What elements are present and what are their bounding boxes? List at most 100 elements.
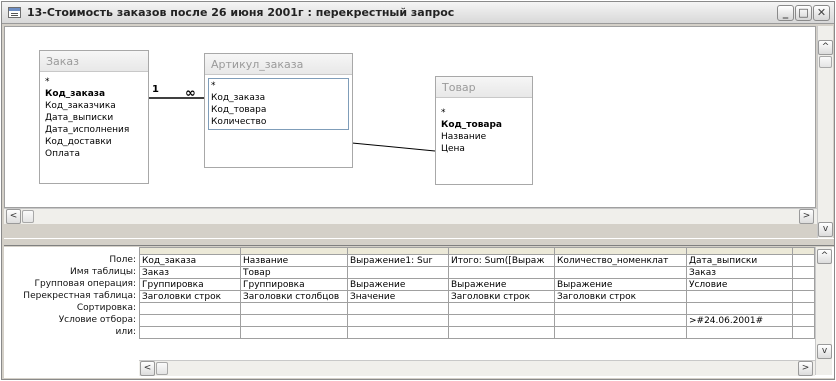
grid-cell-field[interactable] [792, 254, 815, 267]
maximize-button[interactable]: □ [795, 5, 812, 21]
grid-cell-table[interactable]: Товар [240, 266, 348, 279]
grid-cell-sort[interactable] [554, 302, 687, 315]
grid-cell-criteria[interactable] [240, 314, 348, 327]
grid-cell-table[interactable] [792, 266, 815, 279]
scroll-down-button[interactable]: v [818, 222, 833, 237]
grid-cell-or[interactable] [139, 326, 241, 339]
field-item[interactable]: Дата_выписки [45, 112, 143, 124]
grid-cell-field[interactable]: Количество_номенклат [554, 254, 687, 267]
scroll-left-button[interactable]: < [6, 209, 21, 224]
column-selector[interactable] [347, 247, 449, 255]
grid-cell-sort[interactable] [139, 302, 241, 315]
field-item[interactable]: * [211, 80, 346, 92]
field-item[interactable]: Количество [211, 116, 346, 128]
table-diagram-pane[interactable]: 1 ∞ Заказ * Код_заказа Код_заказчика Дат… [4, 26, 816, 208]
grid-cell-table[interactable]: Заказ [139, 266, 241, 279]
column-selector[interactable] [686, 247, 793, 255]
grid-cell-table[interactable] [448, 266, 555, 279]
field-item[interactable]: Дата_исполнения [45, 124, 143, 136]
grid-cell-crosstab[interactable]: Заголовки строк [139, 290, 241, 303]
grid-cell-crosstab[interactable] [792, 290, 815, 303]
grid-cell-sort[interactable] [240, 302, 348, 315]
grid-cell-or[interactable] [240, 326, 348, 339]
grid-cell-sort[interactable] [792, 302, 815, 315]
field-item[interactable]: Код_заказа [45, 88, 143, 100]
grid-cell-sort[interactable] [347, 302, 449, 315]
grid-cell-group[interactable]: Группировка [139, 278, 241, 291]
grid-cell-crosstab[interactable]: Значение [347, 290, 449, 303]
table-tovar[interactable]: Товар * Код_товара Название Цена [435, 76, 533, 185]
grid-cell-criteria[interactable] [448, 314, 555, 327]
grid-cell-group[interactable] [792, 278, 815, 291]
table-zakaz-title[interactable]: Заказ [40, 51, 148, 72]
query-window: 13-Стоимость заказов после 26 июня 2001г… [1, 1, 835, 380]
grid-cell-group[interactable]: Выражение [347, 278, 449, 291]
grid-cell-crosstab[interactable]: Заголовки столбцов [240, 290, 348, 303]
grid-cell-table[interactable] [347, 266, 449, 279]
grid-cell-crosstab[interactable] [686, 290, 793, 303]
grid-cell-group[interactable]: Группировка [240, 278, 348, 291]
grid-cell-sort[interactable] [448, 302, 555, 315]
grid-cell-criteria[interactable] [792, 314, 815, 327]
grid-cell-sort[interactable] [686, 302, 793, 315]
grid-cell-or[interactable] [792, 326, 815, 339]
grid-scroll-left-button[interactable]: < [140, 361, 155, 376]
grid-cell-crosstab[interactable]: Заголовки строк [448, 290, 555, 303]
grid-cell-crosstab[interactable]: Заголовки строк [554, 290, 687, 303]
grid-scroll-thumb[interactable] [156, 362, 168, 375]
grid-cell-table[interactable] [554, 266, 687, 279]
column-selector[interactable] [448, 247, 555, 255]
grid-cell-group[interactable]: Условие [686, 278, 793, 291]
scroll-right-button[interactable]: > [799, 209, 814, 224]
minimize-button[interactable]: _ [777, 5, 794, 21]
diagram-vertical-scrollbar[interactable]: ^ v [817, 26, 833, 238]
column-selector[interactable] [554, 247, 687, 255]
close-button[interactable]: ✕ [813, 5, 830, 21]
field-item[interactable]: Цена [441, 143, 527, 155]
table-artikul-zakaza[interactable]: Артикул_заказа * Код_заказа Код_товара К… [204, 53, 353, 168]
grid-scroll-down-button[interactable]: v [817, 344, 832, 359]
field-item[interactable]: * [441, 107, 527, 119]
field-item[interactable]: Код_заказа [211, 92, 346, 104]
pane-splitter[interactable] [4, 238, 834, 246]
diagram-horizontal-scrollbar[interactable]: < > [4, 208, 817, 224]
grid-cell-field[interactable]: Дата_выписки [686, 254, 793, 267]
grid-cell-criteria[interactable] [347, 314, 449, 327]
grid-row-criteria: >#24.06.2001# [139, 314, 815, 327]
grid-cell-field[interactable]: Выражение1: Sur [347, 254, 449, 267]
field-item[interactable]: Код_товара [441, 119, 527, 131]
grid-cell-field[interactable]: Код_заказа [139, 254, 241, 267]
grid-cell-or[interactable] [448, 326, 555, 339]
column-selector[interactable] [240, 247, 348, 255]
grid-cell-criteria[interactable] [554, 314, 687, 327]
column-selector[interactable] [139, 247, 241, 255]
grid-cell-group[interactable]: Выражение [554, 278, 687, 291]
table-zakaz[interactable]: Заказ * Код_заказа Код_заказчика Дата_вы… [39, 50, 149, 184]
field-item[interactable]: Код_товара [211, 104, 346, 116]
scroll-thumb[interactable] [819, 56, 832, 68]
field-item[interactable]: Код_доставки [45, 136, 143, 148]
scroll-thumb[interactable] [22, 210, 34, 223]
grid-cell-or[interactable] [554, 326, 687, 339]
grid-cell-criteria[interactable]: >#24.06.2001# [686, 314, 793, 327]
grid-cell-criteria[interactable] [139, 314, 241, 327]
grid-scroll-right-button[interactable]: > [798, 361, 813, 376]
table-artikul-title[interactable]: Артикул_заказа [205, 54, 352, 75]
column-selector[interactable] [792, 247, 815, 255]
grid-vertical-scrollbar[interactable]: ^ v [815, 247, 832, 375]
grid-cell-group[interactable]: Выражение [448, 278, 555, 291]
grid-scroll-up-button[interactable]: ^ [817, 249, 832, 264]
grid-cell-or[interactable] [686, 326, 793, 339]
title-bar[interactable]: 13-Стоимость заказов после 26 июня 2001г… [2, 2, 834, 24]
grid-cell-table[interactable]: Заказ [686, 266, 793, 279]
field-item[interactable]: Оплата [45, 148, 143, 160]
scroll-up-button[interactable]: ^ [818, 40, 833, 55]
field-item[interactable]: Код_заказчика [45, 100, 143, 112]
grid-cell-field[interactable]: Итого: Sum([Выраж [448, 254, 555, 267]
grid-horizontal-scrollbar[interactable]: < > [139, 360, 815, 376]
field-item[interactable]: Название [441, 131, 527, 143]
grid-cell-or[interactable] [347, 326, 449, 339]
field-item[interactable]: * [45, 76, 143, 88]
grid-cell-field[interactable]: Название [240, 254, 348, 267]
table-tovar-title[interactable]: Товар [436, 77, 532, 98]
